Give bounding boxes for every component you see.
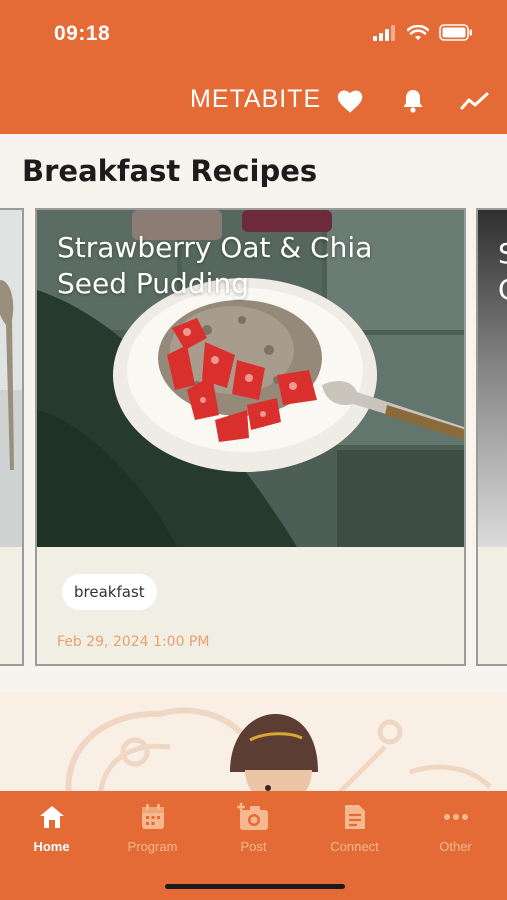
tab-other[interactable]: Other xyxy=(405,801,506,854)
next-recipe-title: SC xyxy=(498,236,507,308)
tab-post[interactable]: Post xyxy=(203,801,304,854)
recipe-photo-previous xyxy=(0,210,22,547)
tab-label-other: Other xyxy=(439,839,472,854)
promo-banner[interactable] xyxy=(0,692,507,791)
heart-icon[interactable] xyxy=(335,86,365,116)
status-icons xyxy=(373,24,473,41)
battery-icon xyxy=(439,24,472,41)
status-bar: 09:18 xyxy=(0,0,507,70)
more-icon xyxy=(405,801,506,833)
tab-label-program: Program xyxy=(127,839,178,854)
recipe-card[interactable]: Strawberry Oat & Chia Seed Pudding break… xyxy=(35,208,466,666)
main-content: Breakfast Recipes Strawberry Oat & Chia … xyxy=(0,134,507,791)
tab-label-post: Post xyxy=(240,839,267,854)
app-header: METABITE xyxy=(0,70,507,134)
trend-icon[interactable] xyxy=(460,86,490,116)
recipe-card-next[interactable]: SC xyxy=(476,208,507,666)
home-indicator[interactable] xyxy=(165,884,345,889)
recipe-title: Strawberry Oat & Chia Seed Pudding xyxy=(57,231,373,300)
camera-add-icon xyxy=(203,801,304,833)
promo-illustration xyxy=(65,707,492,791)
tab-home[interactable]: Home xyxy=(1,801,102,854)
recipe-card-previous[interactable] xyxy=(0,208,24,666)
tab-label-connect: Connect xyxy=(330,839,379,854)
section-title: Breakfast Recipes xyxy=(22,154,318,188)
home-icon xyxy=(1,801,102,833)
brand-logo[interactable]: METABITE xyxy=(190,85,321,114)
document-icon xyxy=(304,801,405,833)
tab-connect[interactable]: Connect xyxy=(304,801,405,854)
calendar-icon xyxy=(102,801,203,833)
signal-icon xyxy=(373,24,395,41)
recipe-date: Feb 29, 2024 1:00 PM xyxy=(57,634,210,650)
bell-icon[interactable] xyxy=(398,86,428,116)
status-time: 09:18 xyxy=(54,22,111,45)
recipe-carousel[interactable]: Strawberry Oat & Chia Seed Pudding break… xyxy=(0,208,507,666)
tab-label-home: Home xyxy=(33,839,70,854)
tab-program[interactable]: Program xyxy=(102,801,203,854)
recipe-tag[interactable]: breakfast xyxy=(62,574,157,610)
wifi-icon xyxy=(407,24,429,40)
